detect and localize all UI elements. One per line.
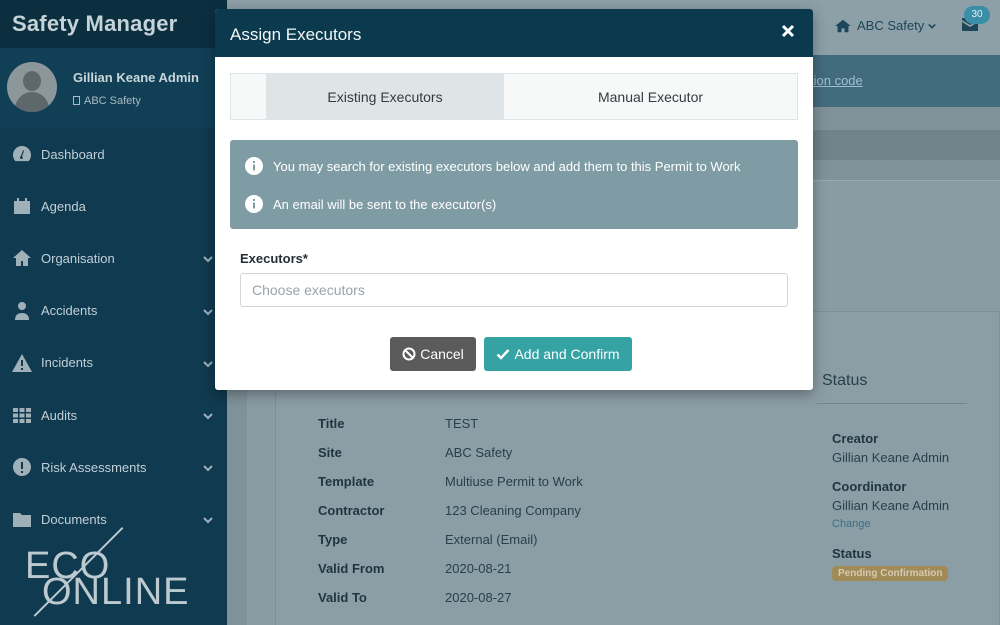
detail-value: 2020-08-27 (445, 590, 512, 605)
detail-label: Title (318, 416, 345, 431)
sidebar-item-audits[interactable]: Audits (0, 389, 227, 441)
coordinator-label: Coordinator (832, 479, 907, 494)
info-box: You may search for existing executors be… (230, 140, 798, 229)
sidebar-item-label: Organisation (41, 250, 115, 266)
status-divider (817, 403, 967, 404)
mail-count-badge: 30 (964, 6, 990, 24)
detail-value: 2020-08-21 (445, 561, 512, 576)
info-line: An email will be sent to the executor(s) (245, 194, 496, 214)
close-icon[interactable] (781, 24, 795, 38)
detail-row: Type External (Email) (318, 532, 648, 552)
tab-existing-executors[interactable]: Existing Executors (266, 74, 504, 119)
detail-row: Valid To 2020-08-27 (318, 590, 648, 610)
detail-row: Title TEST (318, 416, 648, 436)
chevron-down-icon[interactable] (203, 513, 213, 524)
profile-name: Gillian Keane Admin (73, 70, 199, 85)
chevron-down-icon (928, 23, 936, 29)
sidebar-item-label: Risk Assessments (41, 459, 147, 475)
status-label: Status (832, 546, 872, 561)
grid-icon (11, 405, 33, 425)
detail-value: ABC Safety (445, 445, 513, 460)
sidebar-item-label: Dashboard (41, 146, 105, 162)
executors-input[interactable] (240, 273, 788, 307)
status-badge: Pending Confirmation (832, 566, 949, 581)
sidebar-item-label: Documents (41, 511, 107, 527)
sidebar-item-label: Audits (41, 407, 78, 423)
detail-label: Template (318, 474, 375, 489)
ban-icon (402, 347, 416, 361)
sidebar-nav: Dashboard Agenda Organisation Accidents … (0, 128, 227, 546)
sidebar-item-risk-assessments[interactable]: Risk Assessments (0, 441, 227, 493)
info-icon (245, 157, 263, 175)
sidebar-item-incidents[interactable]: Incidents (0, 337, 227, 389)
sidebar-item-label: Agenda (41, 198, 86, 214)
confirm-label: Add and Confirm (514, 346, 620, 362)
detail-value: External (Email) (445, 532, 538, 547)
alert-link[interactable]: tion code (810, 73, 863, 88)
calendar-icon (11, 196, 33, 216)
info-icon (245, 195, 263, 213)
status-heading: Status (822, 372, 868, 389)
sidebar: Safety Manager Gillian Keane Admin ABC S… (0, 0, 227, 625)
sidebar-item-organisation[interactable]: Organisation (0, 232, 227, 284)
chevron-down-icon[interactable] (203, 409, 213, 420)
creator-label: Creator (832, 431, 879, 446)
detail-row: Contractor 123 Cleaning Company (318, 503, 648, 523)
user-profile[interactable]: Gillian Keane Admin ABC Safety (0, 48, 227, 128)
company-logo: ECO ONLINE (0, 527, 227, 625)
cancel-button[interactable]: Cancel (390, 337, 476, 371)
change-coordinator-link[interactable]: Change (832, 518, 871, 530)
detail-label: Site (318, 445, 342, 460)
executor-tabs: Existing Executors Manual Executor (230, 73, 798, 120)
detail-row: Site ABC Safety (318, 445, 648, 465)
building-icon (73, 96, 80, 105)
cancel-label: Cancel (420, 346, 464, 362)
detail-value: TEST (445, 416, 479, 431)
sidebar-item-label: Incidents (41, 355, 94, 371)
assign-executors-modal: Assign Executors Existing Executors Manu… (215, 9, 813, 390)
chevron-down-icon[interactable] (203, 461, 213, 472)
check-icon (497, 349, 510, 360)
profile-org-label: ABC Safety (84, 95, 141, 107)
detail-label: Type (318, 532, 348, 547)
sidebar-item-agenda[interactable]: Agenda (0, 180, 227, 232)
sidebar-item-label: Accidents (41, 303, 98, 319)
add-and-confirm-button[interactable]: Add and Confirm (484, 337, 632, 371)
profile-org: ABC Safety (73, 95, 141, 107)
tab-spacer (231, 74, 266, 119)
alert-circle-icon (11, 457, 33, 477)
detail-value: Multiuse Permit to Work (445, 474, 583, 489)
detail-row: Valid From 2020-08-21 (318, 561, 648, 581)
modal-title: Assign Executors (230, 25, 362, 44)
chevron-down-icon[interactable] (203, 305, 213, 315)
coordinator-value: Gillian Keane Admin (832, 498, 950, 513)
tab-manual-executor[interactable]: Manual Executor (504, 74, 797, 119)
info-line: You may search for existing executors be… (245, 156, 741, 176)
detail-label: Valid To (318, 590, 367, 605)
detail-value: 123 Cleaning Company (445, 503, 581, 518)
sidebar-item-dashboard[interactable]: Dashboard (0, 128, 227, 180)
info-text: You may search for existing executors be… (273, 158, 741, 174)
executors-label: Executors* (240, 251, 308, 266)
org-switcher[interactable]: ABC Safety (835, 18, 942, 33)
modal-header: Assign Executors (215, 9, 813, 57)
info-text: An email will be sent to the executor(s) (273, 196, 497, 212)
chevron-down-icon[interactable] (203, 357, 213, 368)
warning-icon (11, 353, 33, 373)
home-icon (11, 248, 33, 268)
chevron-down-icon[interactable] (203, 252, 213, 263)
detail-label: Contractor (318, 503, 385, 518)
detail-label: Valid From (318, 561, 385, 576)
injured-person-icon (11, 301, 33, 321)
detail-row: Template Multiuse Permit to Work (318, 474, 648, 494)
org-switcher-label: ABC Safety (857, 18, 925, 33)
dashboard-icon (11, 144, 33, 164)
brand-title[interactable]: Safety Manager (0, 0, 227, 48)
creator-value: Gillian Keane Admin (832, 450, 950, 465)
logo-text-bottom: ONLINE (42, 571, 190, 613)
home-icon (835, 19, 851, 32)
avatar[interactable] (7, 62, 57, 112)
sidebar-item-accidents[interactable]: Accidents (0, 285, 227, 337)
